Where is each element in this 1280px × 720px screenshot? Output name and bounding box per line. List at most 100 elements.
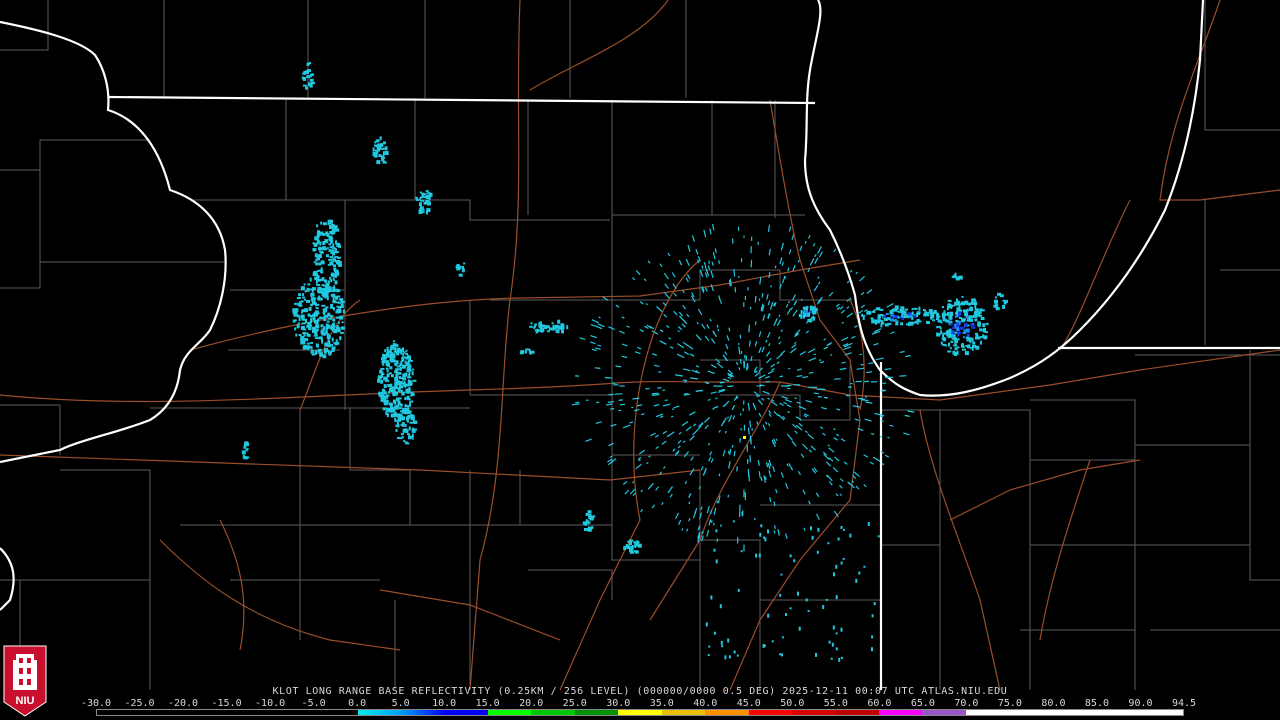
echo-pixel bbox=[462, 268, 465, 272]
colorbar-tick-label: -20.0 bbox=[167, 698, 199, 709]
echo-pixel bbox=[962, 336, 965, 339]
echo-pixel bbox=[303, 333, 306, 337]
echo-streak bbox=[788, 367, 791, 370]
echo-pixel bbox=[317, 230, 320, 234]
echo-pixel bbox=[943, 338, 947, 342]
echo-pixel bbox=[328, 258, 333, 261]
echo-pixel bbox=[911, 311, 914, 316]
echo-pixel bbox=[303, 283, 306, 286]
echo-pixel bbox=[707, 654, 710, 657]
echo-pixel bbox=[382, 407, 387, 411]
echo-pixel bbox=[974, 315, 977, 318]
echo-pixel bbox=[966, 319, 970, 322]
echo-pixel bbox=[407, 433, 410, 436]
echo-pixel bbox=[328, 339, 330, 344]
radar-map: NIU bbox=[0, 0, 1280, 720]
echo-pixel bbox=[321, 331, 324, 336]
echo-pixel bbox=[314, 310, 319, 315]
echo-pixel bbox=[411, 437, 414, 440]
echo-streak bbox=[760, 477, 763, 482]
echo-pixel bbox=[395, 373, 399, 378]
echo-pixel bbox=[379, 369, 383, 374]
echo-pixel bbox=[382, 141, 386, 145]
echo-pixel bbox=[317, 348, 322, 351]
echo-streak bbox=[774, 525, 776, 530]
echo-pixel bbox=[322, 222, 327, 226]
echo-pixel bbox=[320, 324, 324, 328]
echo-pixel bbox=[997, 292, 1002, 296]
echo-pixel bbox=[743, 436, 746, 439]
echo-pixel bbox=[399, 366, 402, 371]
echo-pixel bbox=[956, 329, 960, 332]
echo-pixel bbox=[737, 588, 740, 592]
echo-pixel bbox=[331, 229, 336, 233]
echo-pixel bbox=[391, 408, 394, 411]
echo-pixel bbox=[407, 366, 411, 370]
echo-pixel bbox=[404, 397, 407, 400]
echo-streak bbox=[765, 380, 770, 383]
echo-pixel bbox=[947, 350, 952, 353]
echo-pixel bbox=[393, 340, 395, 343]
echo-pixel bbox=[407, 414, 410, 419]
echo-pixel bbox=[538, 324, 543, 328]
colorbar-tick-label: 94.5 bbox=[1171, 698, 1197, 709]
echo-pixel bbox=[780, 573, 783, 576]
echo-pixel bbox=[376, 149, 379, 154]
echo-pixel bbox=[405, 405, 410, 407]
echo-pixel bbox=[314, 277, 318, 281]
echo-pixel bbox=[949, 323, 953, 326]
echo-pixel bbox=[301, 76, 304, 80]
echo-pixel bbox=[529, 325, 534, 328]
echo-streak bbox=[884, 368, 892, 371]
echo-pixel bbox=[405, 349, 408, 352]
echo-pixel bbox=[405, 352, 408, 355]
echo-pixel bbox=[587, 528, 591, 532]
echo-pixel bbox=[971, 326, 976, 329]
echo-pixel bbox=[327, 312, 331, 317]
echo-pixel bbox=[298, 301, 302, 306]
echo-pixel bbox=[713, 631, 716, 635]
echo-pixel bbox=[529, 352, 533, 355]
echo-pixel bbox=[324, 347, 327, 350]
colorbar-tick-label: 75.0 bbox=[997, 698, 1022, 709]
echo-pixel bbox=[384, 354, 387, 359]
echo-pixel bbox=[340, 326, 345, 330]
echo-pixel bbox=[585, 512, 589, 516]
echo-pixel bbox=[828, 640, 831, 644]
echo-pixel bbox=[420, 199, 425, 202]
echo-pixel bbox=[849, 533, 852, 538]
echo-pixel bbox=[377, 375, 382, 380]
echo-pixel bbox=[308, 62, 312, 65]
echo-pixel bbox=[715, 559, 718, 564]
echo-pixel bbox=[425, 190, 429, 193]
echo-pixel bbox=[301, 322, 306, 325]
echo-pixel bbox=[877, 535, 880, 538]
echo-pixel bbox=[962, 344, 964, 347]
echo-pixel bbox=[933, 310, 937, 314]
echo-streak bbox=[748, 324, 750, 333]
echo-pixel bbox=[831, 642, 834, 647]
echo-pixel bbox=[793, 559, 796, 563]
echo-pixel bbox=[408, 372, 411, 375]
echo-pixel bbox=[713, 548, 716, 552]
echo-pixel bbox=[835, 595, 838, 600]
echo-streak bbox=[760, 306, 763, 310]
echo-pixel bbox=[335, 326, 338, 330]
colorbar-tick-label: 35.0 bbox=[649, 698, 674, 709]
echo-pixel bbox=[949, 347, 952, 350]
echo-pixel bbox=[298, 334, 302, 336]
echo-pixel bbox=[379, 137, 382, 140]
echo-pixel bbox=[910, 322, 914, 326]
echo-pixel bbox=[843, 528, 845, 531]
echo-pixel bbox=[381, 156, 384, 161]
echo-pixel bbox=[307, 347, 310, 351]
colorbar-tick-label: 60.0 bbox=[867, 698, 892, 709]
echo-pixel bbox=[830, 657, 833, 660]
echo-pixel bbox=[381, 388, 385, 392]
echo-pixel bbox=[310, 292, 313, 297]
echo-pixel bbox=[426, 192, 431, 195]
echo-pixel bbox=[832, 625, 835, 630]
echo-pixel bbox=[420, 196, 424, 199]
echo-pixel bbox=[629, 549, 634, 552]
echo-pixel bbox=[759, 532, 762, 537]
